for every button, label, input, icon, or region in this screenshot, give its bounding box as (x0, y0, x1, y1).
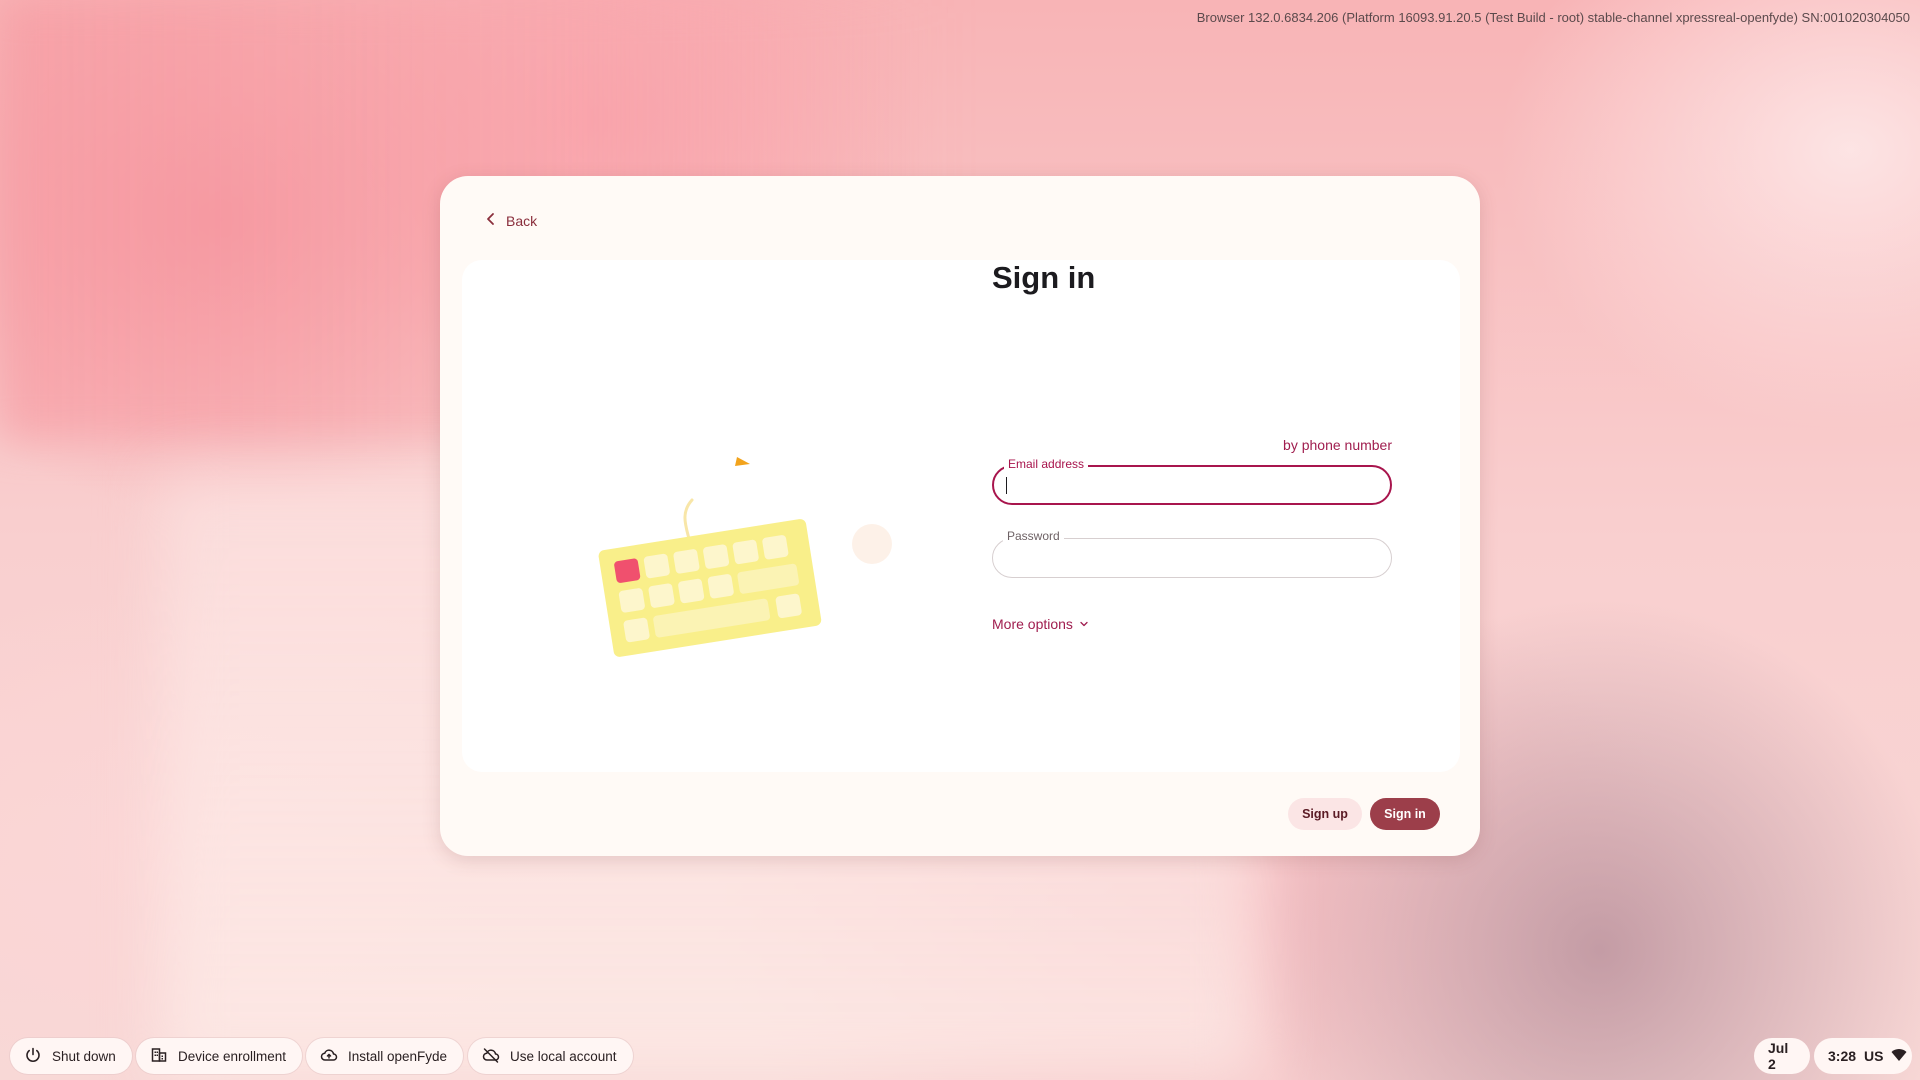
cloud-upload-icon (320, 1046, 338, 1067)
password-field-label: Password (1003, 529, 1064, 543)
content-panel: Sign in by phone number Email address Pa… (462, 260, 1460, 772)
keyboard-illustration (582, 430, 902, 670)
shut-down-button[interactable]: Shut down (10, 1038, 132, 1074)
date-text: Jul 2 (1768, 1040, 1789, 1072)
use-local-account-button[interactable]: Use local account (468, 1038, 633, 1074)
build-info-text: Browser 132.0.6834.206 (Platform 16093.9… (1196, 10, 1910, 25)
date-tray[interactable]: Jul 2 (1754, 1038, 1810, 1074)
sign-in-button[interactable]: Sign in (1370, 798, 1440, 830)
phone-number-link[interactable]: by phone number (1283, 437, 1392, 453)
more-options-label: More options (992, 616, 1073, 632)
email-field-label: Email address (1004, 457, 1089, 471)
sign-up-button[interactable]: Sign up (1288, 798, 1362, 830)
sign-in-dialog: Back Sign in by phone number Email addre… (440, 176, 1480, 856)
email-input[interactable] (1006, 473, 1380, 499)
locale-text: US (1864, 1048, 1884, 1064)
text-caret (1006, 477, 1007, 494)
shut-down-label: Shut down (52, 1048, 116, 1064)
cloud-off-icon (482, 1046, 500, 1067)
install-openfyde-label: Install openFyde (348, 1048, 448, 1064)
back-button[interactable]: Back (476, 206, 545, 235)
time-text: 3:28 (1828, 1048, 1857, 1064)
chevron-left-icon (484, 212, 498, 229)
use-local-account-label: Use local account (510, 1048, 617, 1064)
device-enrollment-label: Device enrollment (178, 1048, 287, 1064)
password-input[interactable] (1005, 545, 1379, 571)
sign-in-form: Sign in by phone number Email address Pa… (992, 260, 1392, 772)
power-icon (24, 1046, 42, 1067)
device-enrollment-button[interactable]: Device enrollment (136, 1038, 303, 1074)
install-openfyde-button[interactable]: Install openFyde (306, 1038, 464, 1074)
status-tray[interactable]: 3:28 US (1814, 1038, 1912, 1074)
wifi-icon (1891, 1048, 1907, 1065)
page-title: Sign in (992, 260, 1096, 295)
building-icon (150, 1046, 168, 1067)
more-options-toggle[interactable]: More options (992, 616, 1089, 632)
password-field[interactable]: Password (992, 529, 1392, 578)
chevron-down-icon (1079, 616, 1089, 632)
email-field[interactable]: Email address (992, 457, 1392, 505)
back-label: Back (506, 212, 538, 229)
